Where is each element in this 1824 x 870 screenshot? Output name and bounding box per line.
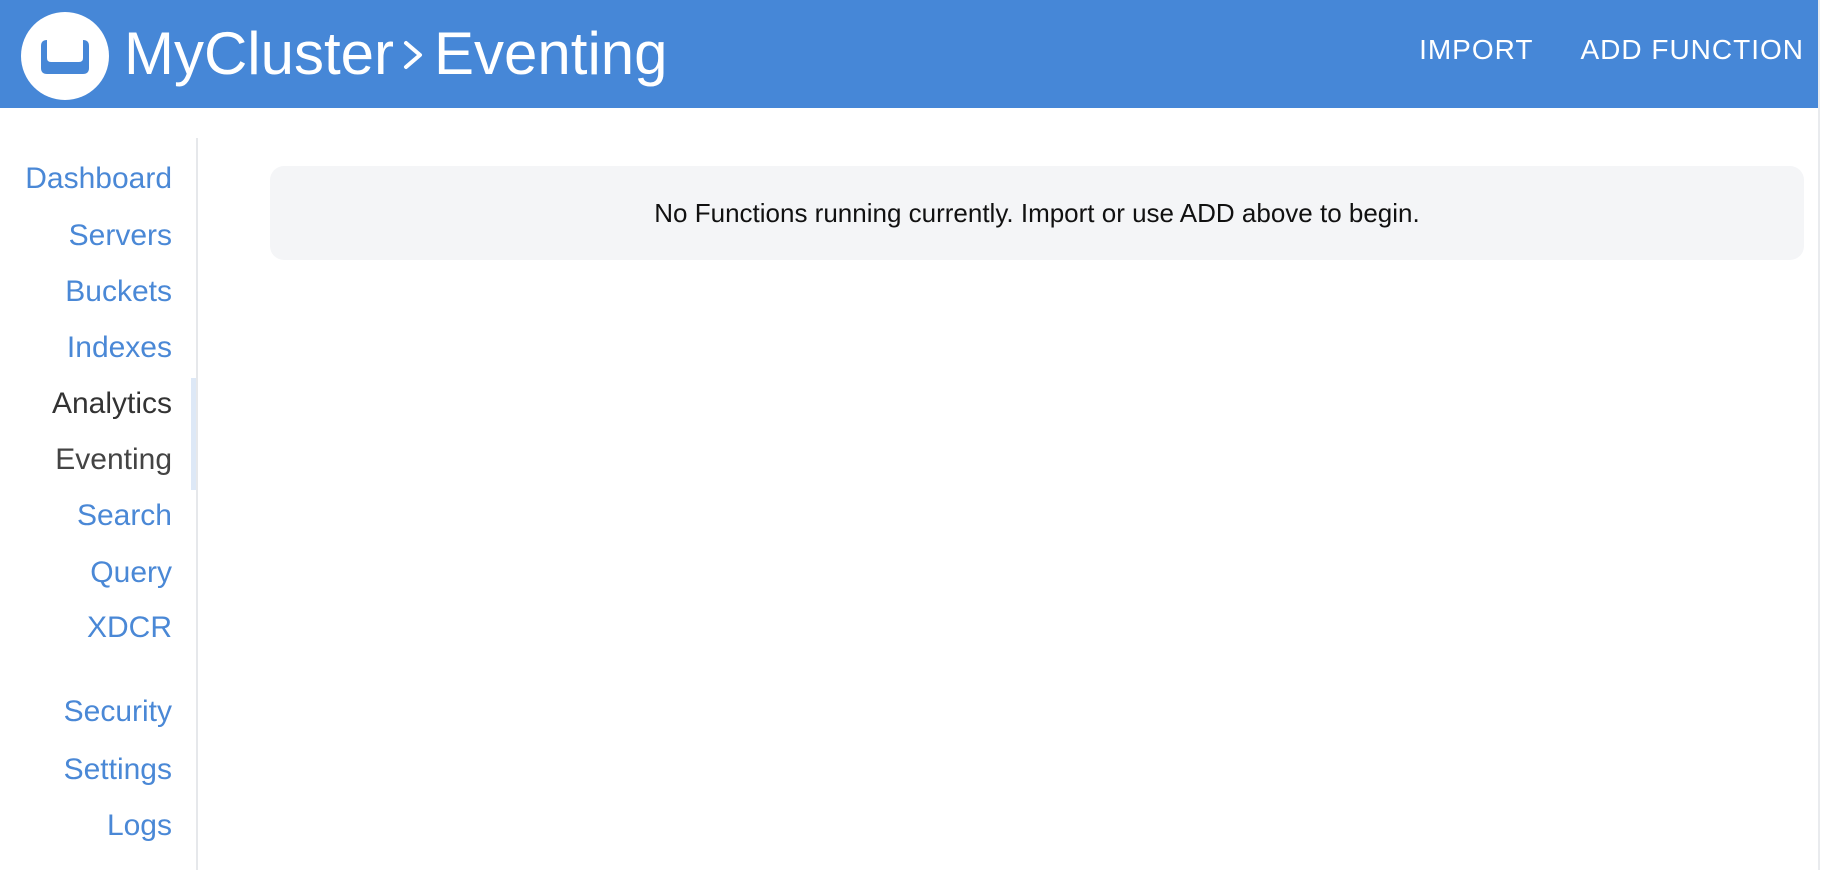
cluster-name-link[interactable]: MyCluster [124, 16, 394, 92]
active-nav-indicator [191, 378, 196, 490]
page-name: Eventing [434, 20, 668, 87]
sidebar-item-indexes[interactable]: Indexes [67, 331, 172, 365]
sidebar-item-search[interactable]: Search [77, 499, 172, 533]
sidebar-item-analytics[interactable]: Analytics [52, 387, 172, 421]
couchbase-logo-icon[interactable] [21, 12, 109, 100]
sidebar-item-dashboard[interactable]: Dashboard [25, 162, 172, 196]
top-header: MyCluster Eventing IMPORT ADD FUNCTION [0, 0, 1818, 108]
sidebar-item-logs[interactable]: Logs [107, 809, 172, 843]
sidebar-nav: Dashboard Servers Buckets Indexes Analyt… [0, 138, 198, 870]
sidebar-item-settings[interactable]: Settings [64, 753, 172, 787]
empty-state-message: No Functions running currently. Import o… [654, 197, 1420, 228]
import-button[interactable]: IMPORT [1419, 34, 1533, 66]
header-actions: IMPORT ADD FUNCTION [1419, 34, 1804, 66]
sidebar-item-security[interactable]: Security [64, 695, 172, 729]
sidebar-item-xdcr[interactable]: XDCR [87, 611, 172, 645]
empty-state-panel: No Functions running currently. Import o… [270, 166, 1804, 260]
add-function-button[interactable]: ADD FUNCTION [1580, 34, 1804, 66]
sidebar-item-eventing[interactable]: Eventing [55, 443, 172, 477]
page-title: MyCluster Eventing [124, 16, 668, 92]
sidebar-item-servers[interactable]: Servers [69, 219, 172, 253]
chevron-right-icon [394, 16, 434, 92]
scrollbar-track[interactable] [1818, 0, 1820, 870]
sidebar-item-query[interactable]: Query [90, 556, 172, 590]
sidebar-item-buckets[interactable]: Buckets [65, 275, 172, 309]
